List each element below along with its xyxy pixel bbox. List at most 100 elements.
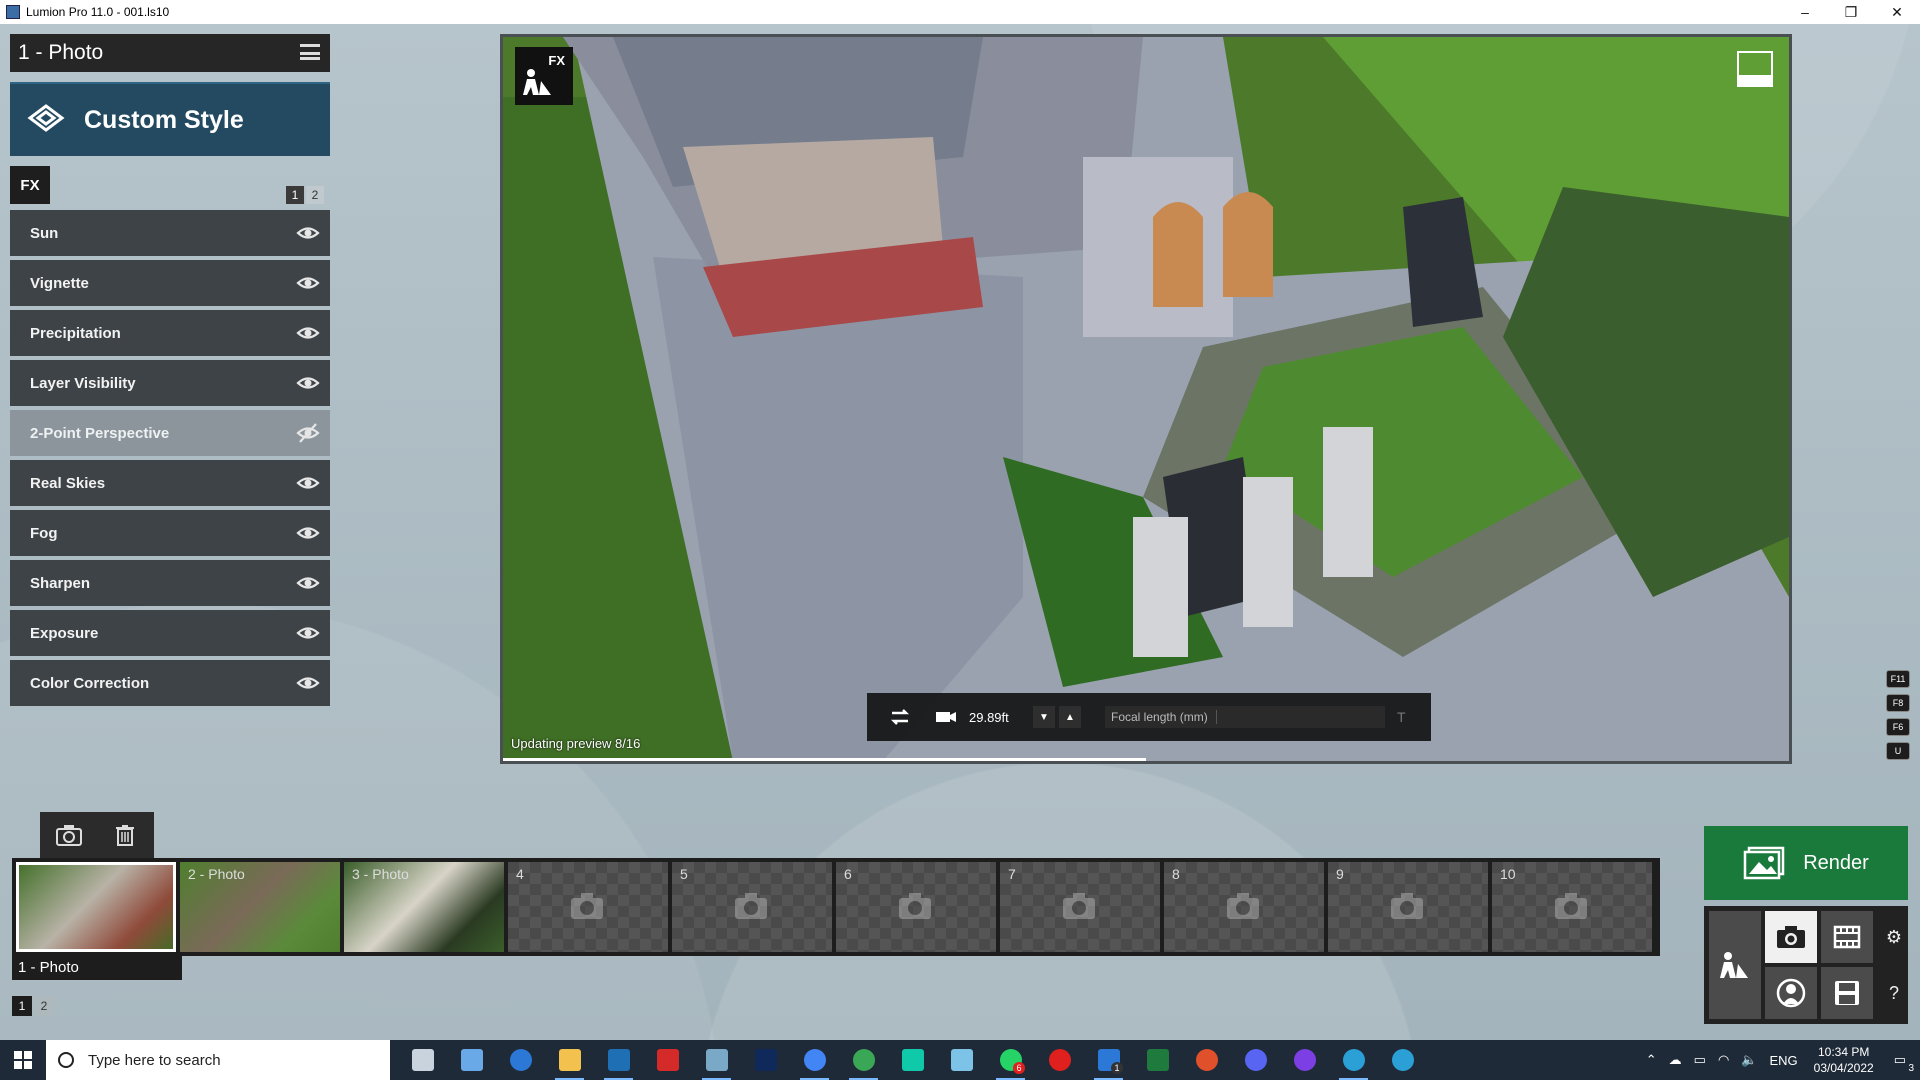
fx-page-2[interactable]: 2 (306, 186, 324, 204)
eye-icon[interactable] (296, 572, 320, 594)
camera-height-value[interactable]: 29.89ft (969, 710, 1029, 725)
360-panorama-button[interactable] (1765, 967, 1817, 1019)
whatsapp-icon[interactable]: 6 (986, 1040, 1035, 1080)
eye-icon[interactable] (296, 272, 320, 294)
focal-length-field[interactable]: Focal length (mm) (1105, 706, 1385, 728)
photoshop-icon[interactable] (741, 1040, 790, 1080)
close-button[interactable]: ✕ (1874, 0, 1920, 24)
discord-icon[interactable] (1231, 1040, 1280, 1080)
clock[interactable]: 10:34 PM 03/04/2022 (1814, 1044, 1874, 1076)
telegram-icon[interactable] (1378, 1040, 1427, 1080)
scene-viewport[interactable]: FX Updating preview 8/16 29.89ft ▼ ▲ Foc… (500, 34, 1792, 764)
app-icon[interactable] (594, 1040, 643, 1080)
restore-button[interactable]: ❐ (1828, 0, 1874, 24)
height-down-arrow-icon[interactable]: ▼ (1033, 706, 1055, 728)
f6-key[interactable]: F6 (1886, 718, 1910, 736)
effect-row[interactable]: 2-Point Perspective (10, 410, 330, 456)
eye-icon[interactable] (296, 622, 320, 644)
photo-thumbnail[interactable]: 4 (508, 862, 668, 952)
eye-icon[interactable] (296, 522, 320, 544)
thumbnail-page-1[interactable]: 1 (12, 996, 32, 1016)
fullscreen-toggle[interactable] (1737, 51, 1773, 87)
effects-list: Sun Vignette Precipitation Layer Visibility… (10, 210, 330, 710)
effect-row[interactable]: Sun (10, 210, 330, 256)
height-up-arrow-icon[interactable]: ▲ (1059, 706, 1081, 728)
help-icon[interactable]: ? (1880, 967, 1908, 1019)
show-hidden-icons-icon[interactable]: ⌃ (1646, 1052, 1657, 1068)
delete-icon[interactable] (114, 823, 138, 847)
onedrive-icon[interactable]: ☁ (1669, 1052, 1682, 1068)
effect-row[interactable]: Color Correction (10, 660, 330, 706)
photo-thumbnail[interactable]: 10 (1492, 862, 1652, 952)
render-button[interactable]: Render (1704, 826, 1908, 900)
fx-page-1[interactable]: 1 (286, 186, 304, 204)
start-button[interactable] (0, 1040, 46, 1080)
focal-length-label: Focal length (mm) (1111, 710, 1217, 724)
effect-row[interactable]: Exposure (10, 610, 330, 656)
camera-save-icon[interactable] (56, 824, 82, 846)
acrobat-icon[interactable] (643, 1040, 692, 1080)
photo-thumbnail[interactable]: 3 - Photo (344, 862, 504, 952)
thumbnail-page-2[interactable]: 2 (34, 996, 54, 1016)
effect-row[interactable]: Vignette (10, 260, 330, 306)
eye-icon[interactable] (296, 222, 320, 244)
opera-icon[interactable] (1035, 1040, 1084, 1080)
build-mode-button[interactable] (1709, 911, 1761, 1019)
photo-thumbnail[interactable]: 2 - Photo (180, 862, 340, 952)
photo-thumbnail[interactable]: 7 (1000, 862, 1160, 952)
movie-mode-button[interactable] (1821, 911, 1873, 963)
todo-icon[interactable]: 1 (1084, 1040, 1133, 1080)
task-view-icon[interactable] (398, 1040, 447, 1080)
chrome-icon[interactable] (790, 1040, 839, 1080)
f8-key[interactable]: F8 (1886, 694, 1910, 712)
taskbar-search[interactable]: Type here to search (46, 1040, 390, 1080)
eye-off-icon[interactable] (296, 422, 320, 444)
photo-thumbnail[interactable]: 6 (836, 862, 996, 952)
app-icon[interactable] (888, 1040, 937, 1080)
photo-thumbnail[interactable]: 5 (672, 862, 832, 952)
grammarly-icon[interactable] (1182, 1040, 1231, 1080)
menu-icon[interactable] (300, 44, 320, 60)
camera-placeholder-icon (899, 893, 931, 919)
language-indicator[interactable]: ENG (1769, 1053, 1797, 1068)
excel-icon[interactable] (1133, 1040, 1182, 1080)
photo-thumbnail[interactable] (16, 862, 176, 952)
eye-icon[interactable] (296, 672, 320, 694)
photo-thumbnail[interactable]: 8 (1164, 862, 1324, 952)
device-icon[interactable]: ▭ (1694, 1052, 1706, 1068)
f11-key[interactable]: F11 (1886, 670, 1910, 688)
effect-row[interactable]: Fog (10, 510, 330, 556)
swap-camera-icon[interactable] (887, 704, 913, 730)
save-button[interactable] (1821, 967, 1873, 1019)
eye-icon[interactable] (296, 472, 320, 494)
edge-icon[interactable] (496, 1040, 545, 1080)
chrome-alt-icon[interactable] (839, 1040, 888, 1080)
fx-badge[interactable]: FX (515, 47, 573, 105)
eye-icon[interactable] (296, 372, 320, 394)
effect-row[interactable]: Precipitation (10, 310, 330, 356)
photo-mode-button[interactable] (1765, 911, 1817, 963)
text-icon[interactable]: T (1397, 709, 1406, 725)
telegram-alt-icon[interactable] (1329, 1040, 1378, 1080)
u-key[interactable]: U (1886, 742, 1910, 760)
effect-row[interactable]: Layer Visibility (10, 360, 330, 406)
notification-icon[interactable]: ▭ 3 (1894, 1052, 1914, 1074)
calculator-icon[interactable] (447, 1040, 496, 1080)
search-icon (58, 1052, 74, 1068)
effect-row[interactable]: Sharpen (10, 560, 330, 606)
eye-icon[interactable] (296, 322, 320, 344)
thumbnail-label: 5 (680, 866, 688, 882)
notes-icon[interactable] (937, 1040, 986, 1080)
style-button[interactable]: Custom Style (10, 82, 330, 156)
effect-row[interactable]: Real Skies (10, 460, 330, 506)
photo-thumbnail[interactable]: 9 (1328, 862, 1488, 952)
settings-gear-icon[interactable]: ⚙ (1880, 911, 1908, 963)
app-icon[interactable] (1280, 1040, 1329, 1080)
wifi-icon[interactable]: ◠ (1718, 1052, 1729, 1068)
volume-icon[interactable]: 🔈 (1741, 1052, 1757, 1068)
fx-tab[interactable]: FX (10, 166, 50, 204)
file-explorer-icon[interactable] (545, 1040, 594, 1080)
lumion-icon[interactable] (692, 1040, 741, 1080)
minimize-button[interactable]: – (1782, 0, 1828, 24)
camera-height-icon (933, 704, 959, 730)
